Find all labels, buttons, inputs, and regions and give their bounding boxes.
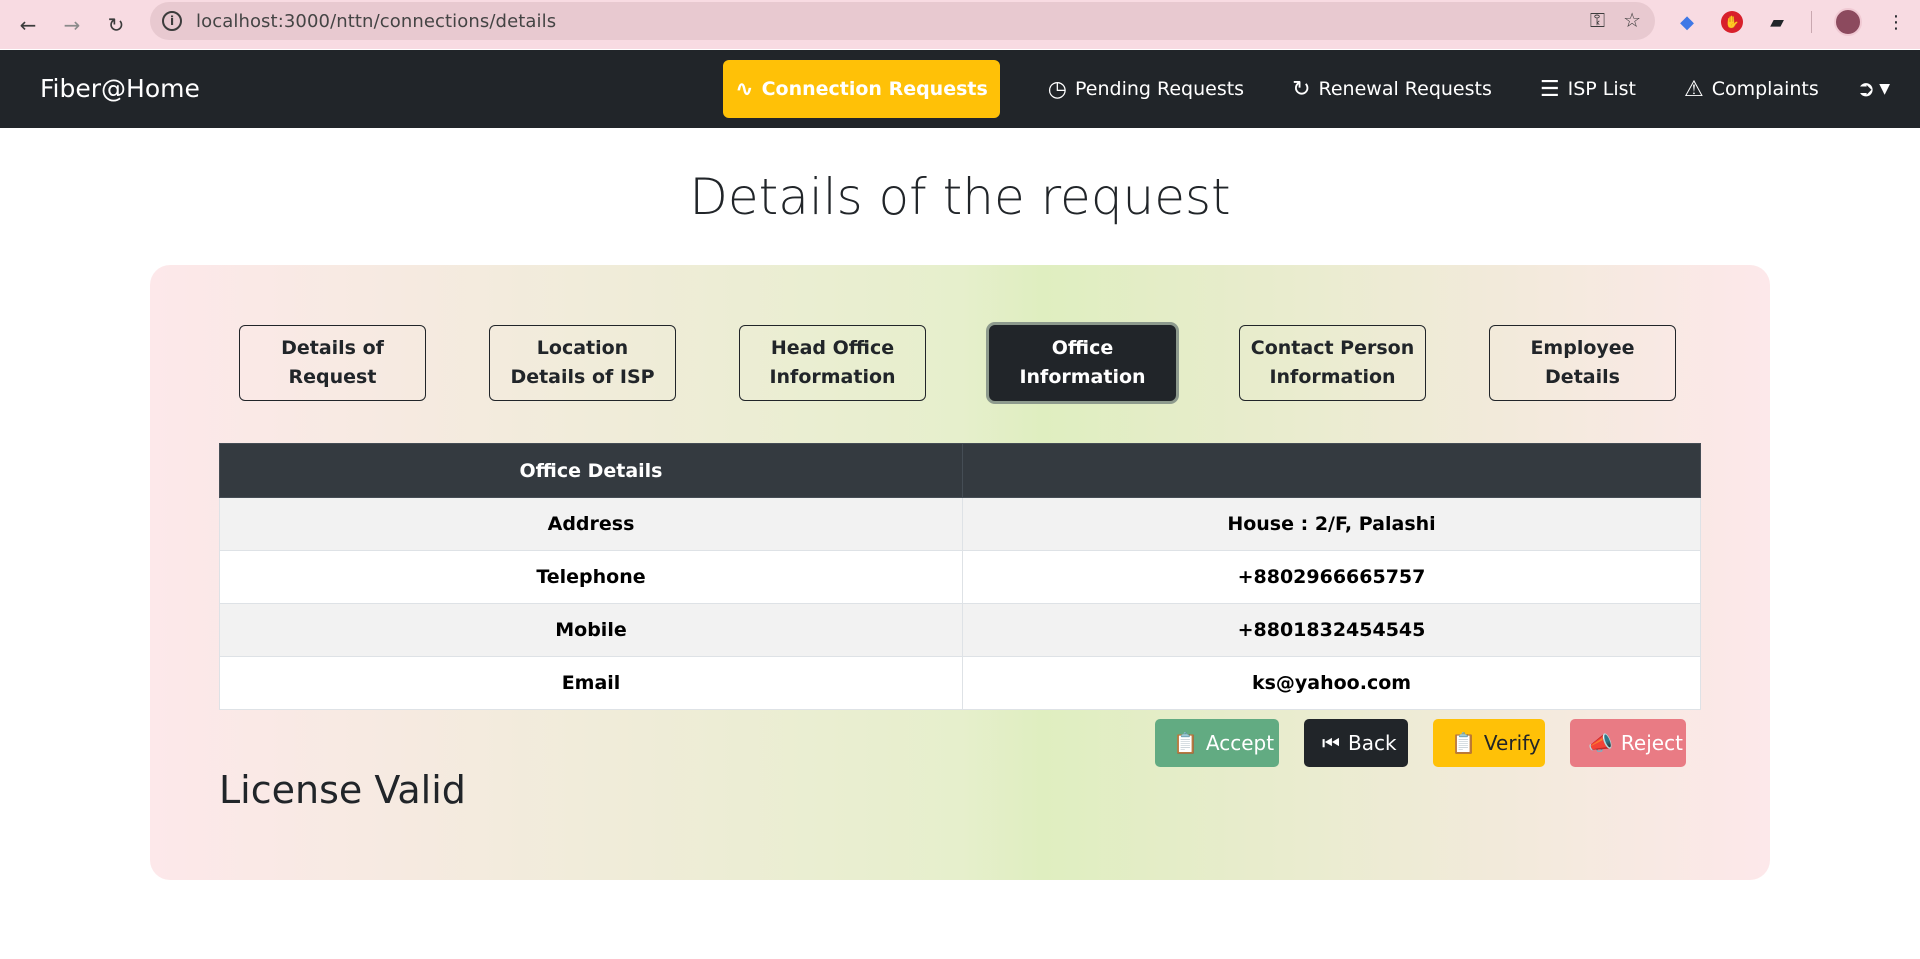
- clipboard-check-icon: 📋: [1451, 731, 1476, 755]
- tab-office-information[interactable]: Office Information: [989, 325, 1176, 401]
- reload-icon[interactable]: ↻: [94, 5, 138, 45]
- nav-label: Connection Requests: [761, 78, 988, 100]
- tab-label-line2: Information: [769, 366, 896, 388]
- nav-label: Complaints: [1711, 78, 1819, 100]
- tab-details-of-request[interactable]: Details of Request: [239, 325, 426, 401]
- tab-location-details[interactable]: Location Details of ISP: [489, 325, 676, 401]
- table-header-row: Office Details: [219, 443, 1701, 498]
- warning-icon: ⚠: [1683, 76, 1704, 102]
- accept-label: Accept: [1205, 731, 1275, 755]
- tab-label-line1: Office: [1051, 337, 1114, 359]
- table-row: Email ks@yahoo.com: [219, 656, 1701, 710]
- tab-label-line1: Details of: [281, 337, 384, 359]
- tab-label-line1: Contact Person: [1250, 337, 1415, 359]
- page-title: Details of the request: [689, 168, 1231, 226]
- verify-label: Verify: [1483, 731, 1541, 755]
- reject-label: Reject: [1620, 731, 1683, 755]
- list-icon: ☰: [1539, 76, 1560, 102]
- clock-icon: ◷: [1047, 76, 1067, 102]
- table-row: Address House : 2/F, Palashi: [219, 497, 1701, 551]
- row-label: Mobile: [219, 603, 963, 657]
- table-header-cell: Office Details: [219, 443, 963, 498]
- row-value: +8801832454545: [962, 603, 1701, 657]
- site-info-icon[interactable]: i: [162, 11, 182, 31]
- back-button[interactable]: ⏮ Back: [1304, 719, 1408, 767]
- row-label: Telephone: [219, 550, 963, 604]
- back-label: Back: [1348, 731, 1397, 755]
- tab-head-office-information[interactable]: Head Office Information: [739, 325, 926, 401]
- verify-button[interactable]: 📋 Verify: [1433, 719, 1545, 767]
- toolbar-divider: [1811, 11, 1812, 33]
- tab-label-line1: Employee: [1530, 337, 1635, 359]
- tab-label-line1: Location: [536, 337, 629, 359]
- address-bar[interactable]: i localhost:3000/nttn/connections/detail…: [150, 2, 1655, 40]
- refresh-icon: ↻: [1292, 76, 1311, 102]
- license-status: License Valid: [219, 768, 466, 812]
- nav-label: Pending Requests: [1075, 78, 1245, 100]
- row-value: +8802966665757: [962, 550, 1701, 604]
- row-label: Email: [219, 656, 963, 710]
- nav-pending-requests[interactable]: ◷ Pending Requests: [1038, 60, 1254, 118]
- nav-connection-requests[interactable]: ∿ Connection Requests: [723, 60, 1000, 118]
- url-text[interactable]: localhost:3000/nttn/connections/details: [196, 11, 556, 32]
- extension-diamond-icon[interactable]: ◆: [1675, 10, 1699, 34]
- tab-label-line2: Details: [1545, 366, 1620, 388]
- forward-arrow-icon[interactable]: →: [50, 5, 94, 45]
- tab-label-line1: Head Office: [770, 337, 895, 359]
- tab-employee-details[interactable]: Employee Details: [1489, 325, 1676, 401]
- nav-label: Renewal Requests: [1318, 78, 1492, 100]
- row-value: House : 2/F, Palashi: [962, 497, 1701, 551]
- nav-complaints[interactable]: ⚠ Complaints: [1674, 60, 1829, 118]
- action-buttons: 📋 Accept ⏮ Back 📋 Verify 📣 Reject: [1155, 719, 1686, 767]
- section-tabs: Details of Request Location Details of ISP…: [239, 325, 1676, 401]
- browser-toolbar: ← → ↻ i localhost:3000/nttn/connections/…: [0, 0, 1920, 49]
- extensions-puzzle-icon[interactable]: ▰: [1765, 10, 1789, 34]
- table-row: Mobile +8801832454545: [219, 603, 1701, 657]
- nav-renewal-requests[interactable]: ↻ Renewal Requests: [1282, 60, 1502, 118]
- tab-contact-person-information[interactable]: Contact Person Information: [1239, 325, 1426, 401]
- profile-avatar[interactable]: [1834, 8, 1862, 36]
- adblock-icon[interactable]: ✋: [1721, 11, 1743, 33]
- tab-label-line2: Information: [1019, 366, 1146, 388]
- logout-icon: ➲: [1856, 76, 1876, 102]
- nav-isp-list[interactable]: ☰ ISP List: [1530, 60, 1646, 118]
- accept-button[interactable]: 📋 Accept: [1155, 719, 1279, 767]
- tab-label-line2: Request: [288, 366, 377, 388]
- details-card: Details of Request Location Details of ISP…: [150, 265, 1770, 880]
- clipboard-check-icon: 📋: [1173, 731, 1198, 755]
- brand-logo[interactable]: Fiber@Home: [40, 74, 200, 103]
- row-label: Address: [219, 497, 963, 551]
- top-navbar: Fiber@Home ∿ Connection Requests ◷ Pendi…: [0, 50, 1920, 128]
- caret-down-icon: ▼: [1879, 81, 1890, 97]
- row-value: ks@yahoo.com: [962, 656, 1701, 710]
- tab-label-line2: Information: [1269, 366, 1396, 388]
- skip-back-icon: ⏮: [1322, 731, 1340, 755]
- table-row: Telephone +8802966665757: [219, 550, 1701, 604]
- bookmark-star-icon[interactable]: ☆: [1623, 8, 1641, 32]
- office-details-table: Office Details Address House : 2/F, Pala…: [219, 443, 1701, 710]
- reject-button[interactable]: 📣 Reject: [1570, 719, 1686, 767]
- table-header-cell: [962, 443, 1701, 498]
- more-menu-icon[interactable]: ⋮: [1884, 10, 1908, 34]
- back-arrow-icon[interactable]: ←: [6, 5, 50, 45]
- megaphone-icon: 📣: [1588, 731, 1613, 755]
- nav-label: ISP List: [1567, 78, 1636, 100]
- wifi-icon: ∿: [735, 76, 754, 102]
- logout-dropdown[interactable]: ➲ ▼: [1857, 77, 1890, 102]
- key-icon[interactable]: ⚿: [1590, 8, 1605, 32]
- tab-label-line2: Details of ISP: [510, 366, 655, 388]
